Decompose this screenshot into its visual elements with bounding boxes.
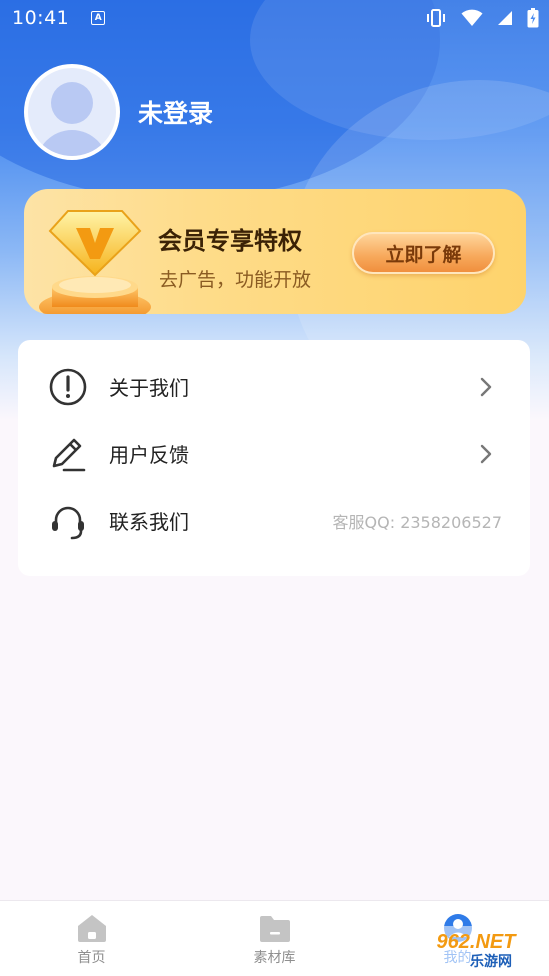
vip-card[interactable]: 会员专享特权 去广告，功能开放 立即了解 xyxy=(24,189,526,314)
chevron-right-icon xyxy=(480,444,492,464)
vip-subtitle: 去广告，功能开放 xyxy=(159,269,312,291)
username-label[interactable]: 未登录 xyxy=(138,94,213,130)
vibrate-icon xyxy=(427,9,445,27)
watermark-text-top: 962.NET xyxy=(437,931,518,953)
status-bar: 10:41 A xyxy=(0,0,549,36)
settings-menu: 关于我们 用户反馈 联系我们 客服QQ: 2358206527 xyxy=(18,340,530,576)
status-time: 10:41 xyxy=(12,7,70,29)
notification-icon: A xyxy=(91,11,106,25)
info-circle-icon xyxy=(48,367,88,407)
tab-label: 素材库 xyxy=(253,950,296,966)
vip-badge-icon xyxy=(39,210,151,314)
tab-home[interactable]: 首页 xyxy=(0,901,183,976)
watermark-logo: 962.NET 乐游网 xyxy=(411,926,541,970)
signal-icon xyxy=(498,11,512,25)
customer-service-qq: 客服QQ: 2358206527 xyxy=(332,512,502,532)
menu-item-contact-us[interactable]: 联系我们 客服QQ: 2358206527 xyxy=(18,487,530,554)
menu-item-label: 关于我们 xyxy=(109,376,189,400)
chevron-right-icon xyxy=(480,377,492,397)
battery-icon xyxy=(527,8,539,28)
watermark-text-bottom: 乐游网 xyxy=(470,953,512,970)
home-icon xyxy=(77,915,106,942)
headset-icon xyxy=(48,501,88,541)
menu-item-feedback[interactable]: 用户反馈 xyxy=(18,420,530,487)
wifi-icon xyxy=(461,9,483,26)
tab-label: 首页 xyxy=(77,950,106,966)
pen-icon xyxy=(48,434,88,474)
profile-header[interactable]: 未登录 xyxy=(24,64,213,160)
vip-title: 会员专享特权 xyxy=(158,227,302,255)
learn-more-button[interactable]: 立即了解 xyxy=(352,232,495,274)
tab-material-library[interactable]: 素材库 xyxy=(183,901,366,976)
menu-item-about-us[interactable]: 关于我们 xyxy=(18,353,530,420)
avatar[interactable] xyxy=(24,64,120,160)
folder-icon xyxy=(259,916,290,942)
menu-item-label: 联系我们 xyxy=(109,510,189,534)
menu-item-label: 用户反馈 xyxy=(109,443,189,467)
